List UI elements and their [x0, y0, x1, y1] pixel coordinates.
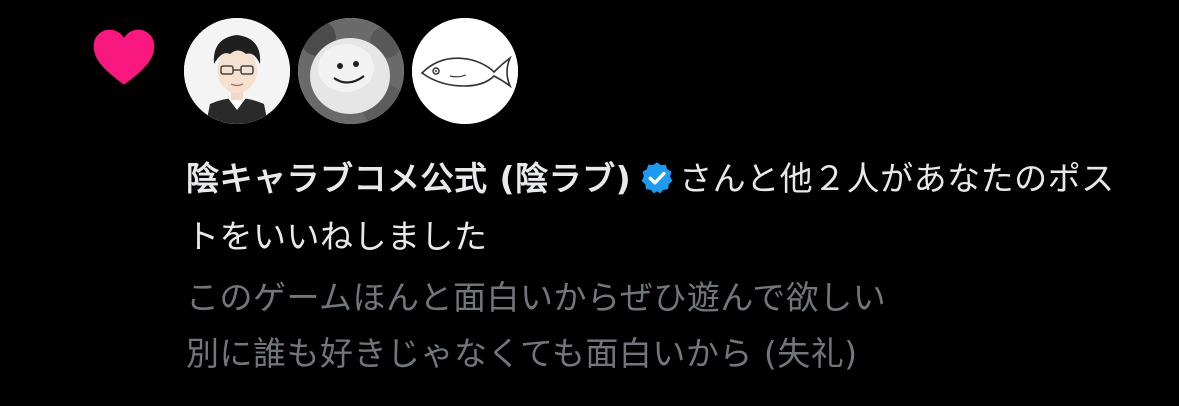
heart-icon — [93, 29, 155, 85]
avatar-group — [184, 18, 518, 124]
post-preview-line: 別に誰も好きじゃなくても面白いから (失礼) — [186, 334, 858, 373]
verified-badge-icon — [641, 162, 673, 194]
avatar-user-2[interactable] — [298, 18, 404, 124]
notification-headline: 陰キャラブコメ公式 (陰ラブ) さんと他２人があなたのポストをいいねしました — [186, 150, 1146, 266]
post-preview[interactable]: このゲームほんと面白いからぜひ遊んで欲しい 別に誰も好きじゃなくても面白いから … — [186, 270, 1146, 382]
like-notification[interactable]: 陰キャラブコメ公式 (陰ラブ) さんと他２人があなたのポストをいいねしました こ… — [0, 0, 1179, 406]
anime-boy-avatar — [184, 18, 290, 124]
fish-drawing-avatar — [412, 18, 518, 124]
user-name-link[interactable]: 陰キャラブコメ公式 (陰ラブ) — [186, 159, 631, 198]
post-preview-line: このゲームほんと面白いからぜひ遊んで欲しい — [186, 278, 887, 317]
avatar-user-1[interactable] — [184, 18, 290, 124]
avatar-user-3[interactable] — [412, 18, 518, 124]
snowman-photo-avatar — [298, 18, 404, 124]
